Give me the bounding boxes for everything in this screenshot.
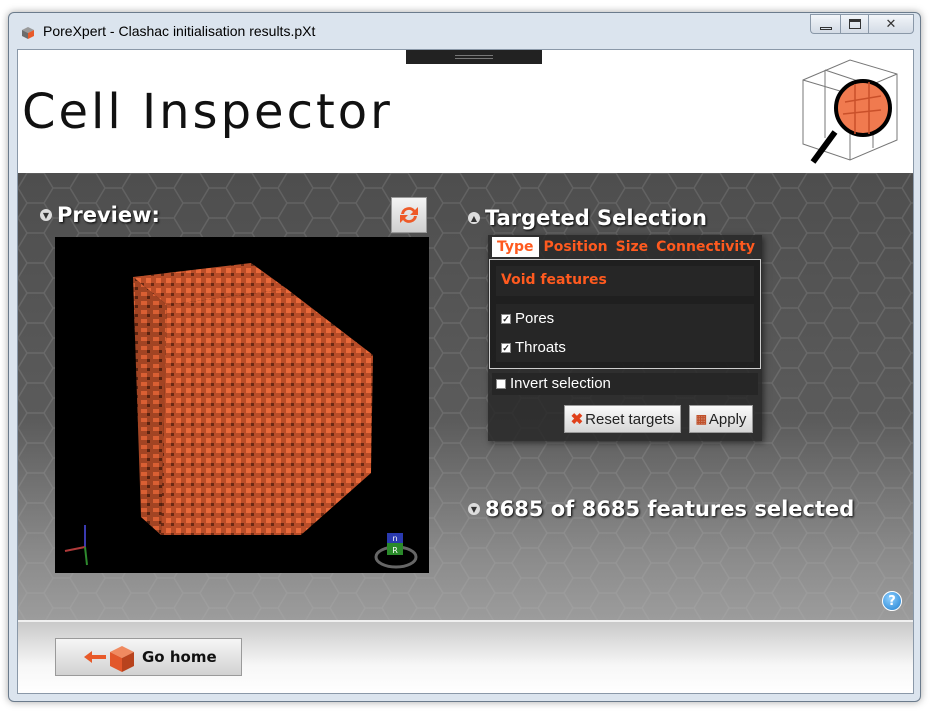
void-features-options: ✓ Pores ✓ Throats [496,304,754,362]
help-icon: ? [888,593,896,609]
tab-position[interactable]: Position [541,237,611,257]
type-tab-content: Void features ✓ Pores ✓ Throats [489,259,761,369]
refresh-button[interactable] [391,197,427,233]
collapse-chevron-icon: ▼ [468,503,480,515]
invert-selection-label: Invert selection [510,375,611,392]
window-controls: ✕ [810,14,914,34]
3d-preview-viewport[interactable]: n R [55,237,429,573]
invert-selection-row: Invert selection [492,373,758,395]
tab-type[interactable]: Type [492,237,539,257]
throats-label: Throats [515,339,566,356]
collapse-chevron-icon: ▼ [40,209,52,221]
throats-checkbox[interactable]: ✓ Throats [501,339,566,356]
close-button[interactable]: ✕ [868,14,914,34]
maximize-button[interactable] [840,14,868,34]
client-area: Cell Inspector ▼ Preview: n R ▲ Targeted… [17,49,914,694]
selection-tabs: Type Position Size Connectivity [492,237,760,257]
apply-grid-icon: ▦ [695,412,707,426]
window-title: PoreXpert - Clashac initialisation resul… [43,23,316,39]
targeted-selection-label: Targeted Selection [485,206,707,230]
preview-heading[interactable]: ▼ Preview: [40,203,160,227]
ribbon-grip[interactable] [406,50,542,64]
minimize-icon [819,26,832,30]
targeted-selection-heading[interactable]: ▲ Targeted Selection [468,206,707,230]
reset-targets-label: Reset targets [585,410,675,428]
close-icon: ✕ [885,16,897,32]
preview-heading-label: Preview: [57,203,160,227]
checkbox-checked-icon: ✓ [501,342,511,353]
axes-gizmo-icon [64,525,88,566]
checkbox-unchecked-icon [496,378,506,389]
invert-selection-checkbox[interactable]: Invert selection [496,375,611,392]
pores-checkbox[interactable]: ✓ Pores [501,310,554,327]
cube-magnifier-icon [802,59,898,164]
pore-structure-render [133,263,373,535]
go-home-button[interactable]: Go home [55,638,242,676]
void-features-heading: Void features [496,266,754,296]
help-button[interactable]: ? [882,591,902,611]
features-selected-heading[interactable]: ▼ 8685 of 8685 features selected [468,497,854,521]
navigation-cube-icon[interactable]: n R [373,529,419,569]
page-title: Cell Inspector [22,84,393,140]
home-arrow-icon [84,646,134,672]
nav-cube-top-label: n [392,534,397,543]
minimize-button[interactable] [810,14,840,34]
main-content: ▼ Preview: n R ▲ Targeted Selection Type… [18,173,913,620]
apply-label: Apply [708,410,747,428]
tab-connectivity[interactable]: Connectivity [653,237,758,257]
apply-button[interactable]: ▦ Apply [689,405,753,433]
reset-targets-button[interactable]: ✖ Reset targets [564,405,681,433]
go-home-label: Go home [142,648,217,666]
title-bar[interactable]: PoreXpert - Clashac initialisation resul… [9,13,920,49]
footer: Go home [18,620,913,693]
nav-cube-front-label: R [392,546,398,555]
header: Cell Inspector [18,50,913,173]
reset-x-icon: ✖ [570,411,584,428]
app-window: PoreXpert - Clashac initialisation resul… [8,12,921,702]
maximize-icon [848,19,861,29]
expand-chevron-icon: ▲ [468,212,480,224]
features-selected-label: 8685 of 8685 features selected [485,497,855,521]
pores-label: Pores [515,310,555,327]
tab-size[interactable]: Size [613,237,652,257]
checkbox-checked-icon: ✓ [501,313,511,324]
refresh-arrows-icon [400,207,418,223]
app-icon [22,27,34,39]
targeted-selection-panel: Type Position Size Connectivity Void fea… [488,235,762,441]
